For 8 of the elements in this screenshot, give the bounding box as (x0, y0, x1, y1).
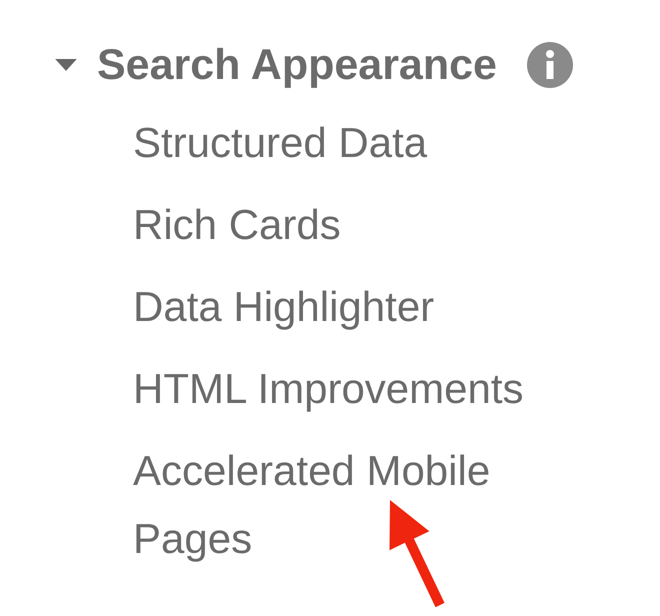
menu-item[interactable]: Structured Data (133, 102, 553, 184)
menu-item[interactable]: Rich Cards (133, 184, 553, 266)
caret-icon[interactable] (55, 58, 77, 72)
info-icon[interactable] (526, 42, 573, 88)
menu-item[interactable]: HTML Improvements (133, 348, 553, 430)
section-title[interactable]: Search Appearance (97, 40, 497, 90)
menu-item[interactable]: Data Highlighter (133, 266, 553, 348)
menu-item[interactable]: Accelerated Mobile Pages (133, 430, 553, 580)
